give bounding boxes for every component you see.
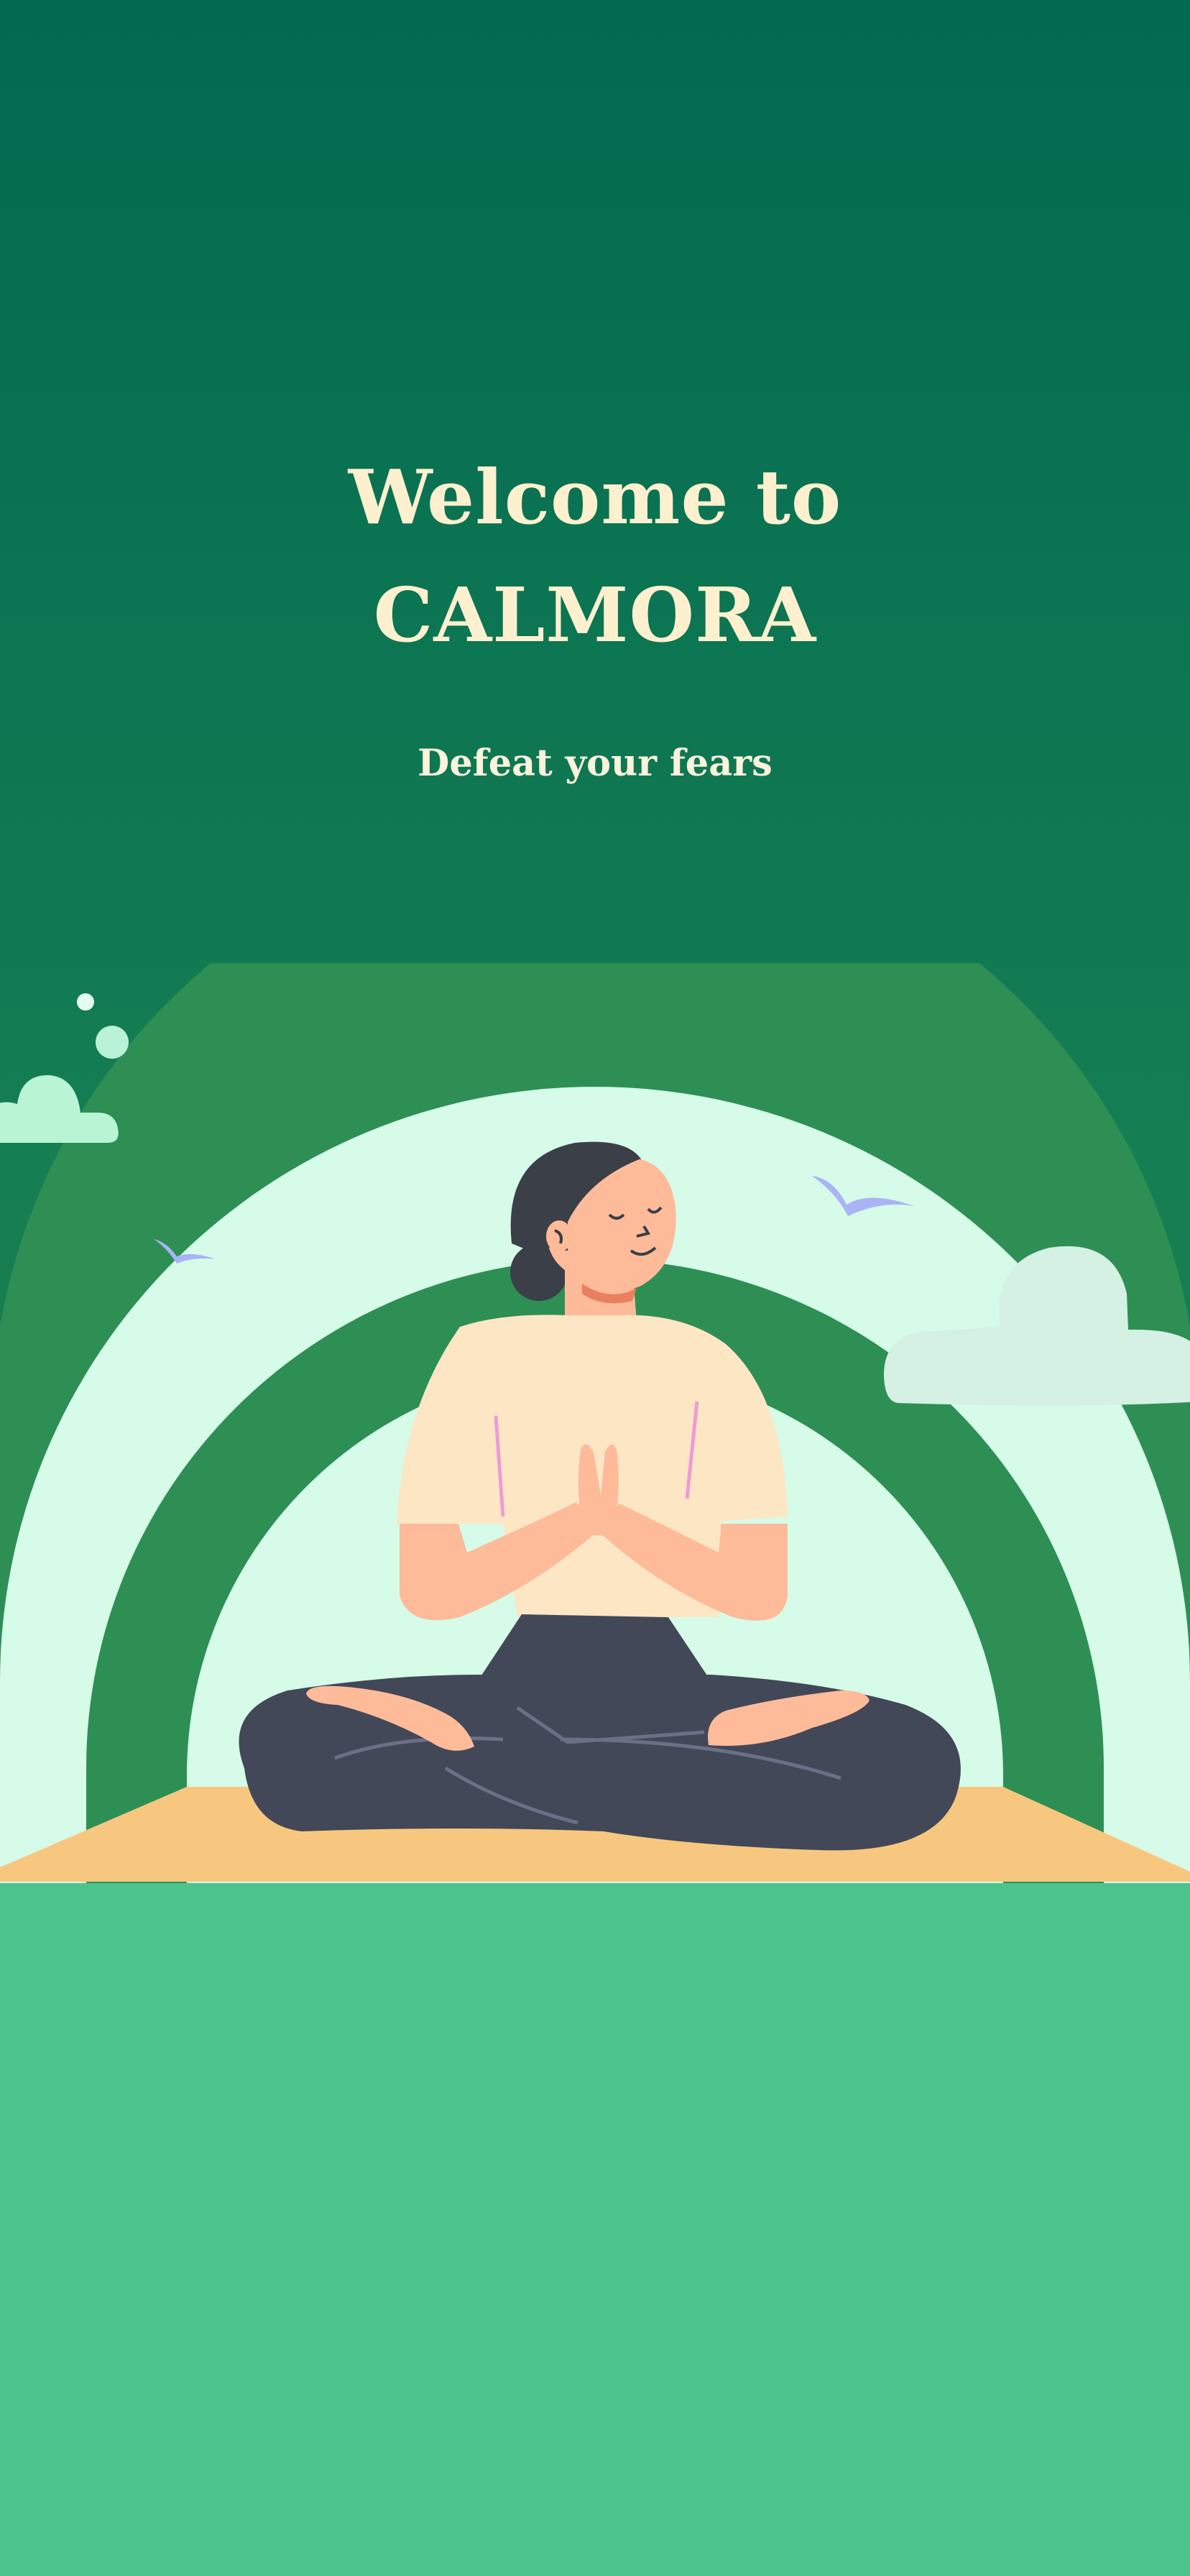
title-line-welcome: Welcome to <box>348 453 842 541</box>
title-line-brand: CALMORA <box>373 571 817 659</box>
welcome-screen: Welcome to CALMORA Defeat your fears <box>0 0 1190 2576</box>
bubble-icon <box>77 993 94 1011</box>
page-title: Welcome to CALMORA <box>0 438 1190 674</box>
bubble-icon <box>96 1026 129 1059</box>
meditation-illustration <box>0 963 1190 1883</box>
ground-panel <box>0 1881 1190 2576</box>
tagline: Defeat your fears <box>418 742 772 785</box>
